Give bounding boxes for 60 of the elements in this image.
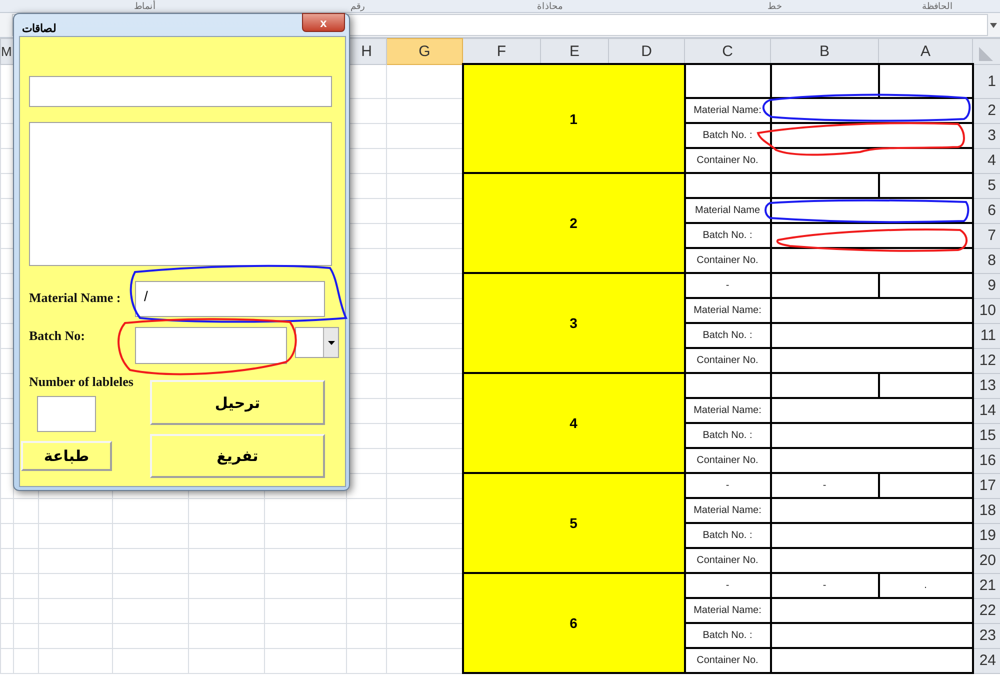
text-area[interactable]	[29, 122, 332, 266]
form-button[interactable]: ترحيل	[150, 380, 325, 425]
input-field[interactable]	[29, 76, 332, 107]
input-field[interactable]	[37, 396, 96, 432]
field-label-cell: Material Name:	[684, 598, 770, 623]
field-label-cell: Material Name:	[684, 98, 770, 123]
input-field[interactable]	[135, 327, 287, 364]
field-label-cell: Container No.	[684, 448, 770, 473]
label-number-cell: 1	[462, 64, 684, 173]
field-label-cell: Container No.	[684, 548, 770, 573]
field-label-cell: Material Name:	[684, 498, 770, 523]
label-number-cell: 6	[462, 573, 684, 673]
column-header[interactable]: F	[462, 38, 540, 64]
field-label-cell: Container No.	[684, 348, 770, 373]
ribbon-group-label: الحافظة	[921, 0, 954, 12]
ribbon-group-label: أنماط	[133, 0, 157, 12]
field-label-cell: Batch No. :	[684, 223, 770, 248]
column-header[interactable]: A	[878, 38, 972, 64]
table-cell: .	[878, 573, 972, 598]
column-header[interactable]: M	[0, 38, 14, 64]
input-field[interactable]: /	[135, 281, 325, 317]
table-cell: -	[684, 273, 770, 298]
field-label: Material Name :	[29, 290, 121, 306]
label-number-cell: 2	[462, 173, 684, 273]
ribbon-group-label: محاذاة	[536, 0, 564, 12]
column-header[interactable]: E	[540, 38, 608, 64]
column-header[interactable]: D	[608, 38, 684, 64]
ribbon-group-label: رقم	[350, 0, 366, 12]
table-cell: -	[770, 573, 878, 598]
table-cell: -	[684, 573, 770, 598]
field-label-cell: Batch No. :	[684, 323, 770, 348]
field-label-cell: Material Name:	[684, 398, 770, 423]
field-label-cell: Material Name:	[684, 298, 770, 323]
select-all-icon[interactable]	[979, 46, 993, 60]
field-label-cell: Batch No. :	[684, 423, 770, 448]
close-button[interactable]: x	[302, 13, 345, 32]
label-number-cell: 4	[462, 373, 684, 473]
field-label-cell: Container No.	[684, 248, 770, 273]
label-number-cell: 5	[462, 473, 684, 573]
column-header[interactable]: C	[684, 38, 770, 64]
field-label: Batch No:	[29, 328, 85, 344]
field-label: Number of lableles	[29, 374, 134, 390]
form-button[interactable]: تفريغ	[150, 434, 325, 478]
field-label-cell: Container No.	[684, 148, 770, 173]
field-label-cell: Batch No. :	[684, 123, 770, 148]
caret-icon[interactable]	[328, 340, 334, 344]
field-label-cell: Batch No. :	[684, 623, 770, 648]
column-header[interactable]: G	[386, 38, 462, 64]
label-number-cell: 3	[462, 273, 684, 373]
ribbon-group-label: خط	[766, 0, 784, 12]
form-button[interactable]: طباعة	[21, 441, 112, 471]
field-label-cell: Batch No. :	[684, 523, 770, 548]
table-cell: -	[770, 473, 878, 498]
row-header[interactable]: 1	[972, 64, 1000, 98]
dropdown-field[interactable]	[295, 327, 339, 358]
window-title: لصاقات	[22, 22, 56, 35]
field-label-cell: Material Name	[684, 198, 770, 223]
field-label-cell: Container No.	[684, 648, 770, 673]
column-header[interactable]: B	[770, 38, 878, 64]
table-cell: -	[684, 473, 770, 498]
